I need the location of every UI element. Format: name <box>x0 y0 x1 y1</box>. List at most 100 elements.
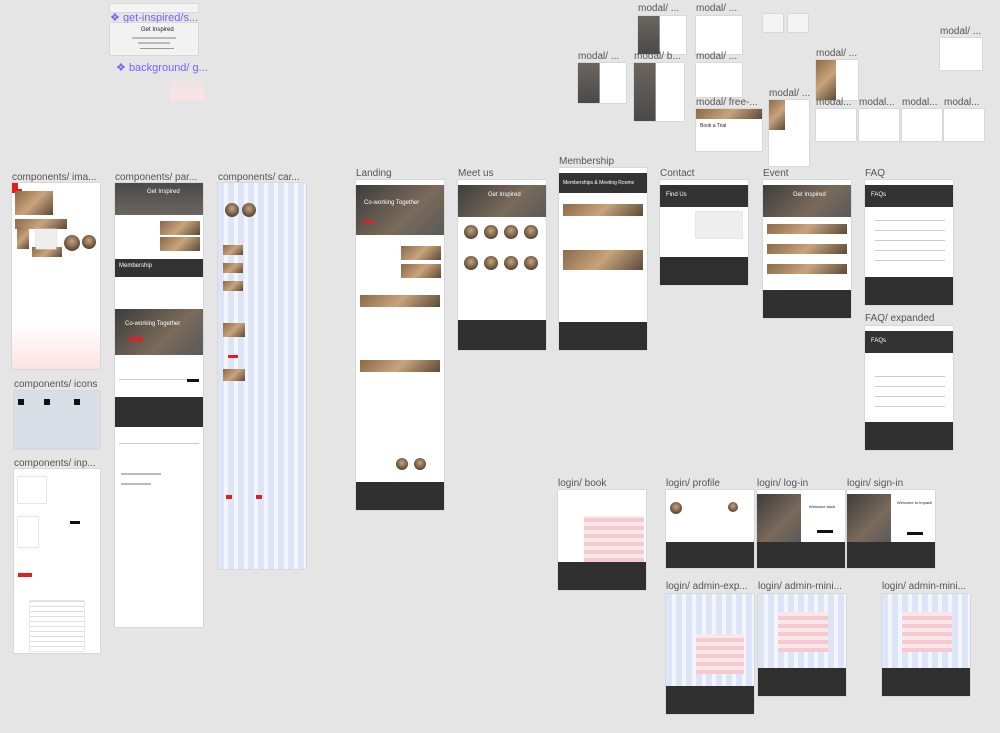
modal-6-label[interactable]: modal/ ... <box>940 26 981 37</box>
input-line <box>140 48 174 49</box>
get-inspired-frame[interactable]: Get Inspired <box>110 23 198 55</box>
cta-button <box>228 355 238 358</box>
login-admin-exp-label[interactable]: login/ admin-exp... <box>666 581 748 592</box>
hero-section <box>763 185 851 217</box>
login-title: Welcome back <box>809 504 836 509</box>
components-images-label[interactable]: components/ ima... <box>12 172 96 183</box>
login-book-frame[interactable] <box>558 490 646 590</box>
modal-7-frame[interactable] <box>769 100 809 166</box>
footer-section <box>666 542 754 568</box>
modal-11-frame[interactable] <box>944 109 984 141</box>
modal-1b-frame[interactable] <box>660 16 686 54</box>
modal-free-label[interactable]: modal/ free-... <box>696 97 758 108</box>
image-row <box>360 360 440 372</box>
components-inputs-frame[interactable] <box>14 469 100 653</box>
modal-2-frame[interactable] <box>696 16 742 54</box>
modal-11-label[interactable]: modal... <box>944 97 980 108</box>
image-thumb <box>160 221 200 235</box>
faq-label[interactable]: FAQ <box>865 168 885 179</box>
map-image <box>36 229 56 249</box>
image-row <box>360 295 440 307</box>
modal-5-label[interactable]: modal/ ... <box>816 48 857 59</box>
modal-4-label[interactable]: modal/ ... <box>696 51 737 62</box>
faq-expanded-label[interactable]: FAQ/ expanded <box>865 313 935 324</box>
login-admin-mini-1-frame[interactable] <box>758 594 846 696</box>
login-admin-mini-2-label[interactable]: login/ admin-mini... <box>882 581 966 592</box>
modal-free-frame[interactable]: Book a Trial <box>696 109 762 151</box>
avatar <box>728 502 738 512</box>
faq-frame[interactable]: FAQs <box>865 180 953 305</box>
footer-section <box>660 257 748 285</box>
modal-7-label[interactable]: modal/ ... <box>769 88 810 99</box>
membership-label[interactable]: Membership <box>559 156 614 167</box>
design-canvas[interactable]: ❖ get-inspired/s... Get Inspired ❖ backg… <box>0 0 1000 733</box>
faq-row <box>875 250 945 251</box>
event-label[interactable]: Event <box>763 168 789 179</box>
login-profile-label[interactable]: login/ profile <box>666 478 720 489</box>
login-log-in-label[interactable]: login/ log-in <box>757 478 808 489</box>
modal-bb-frame[interactable] <box>656 63 684 121</box>
footer-section <box>865 422 953 450</box>
components-images-frame[interactable] <box>12 183 100 369</box>
avatar <box>484 256 498 270</box>
signin-button <box>907 532 923 535</box>
modal-8-label[interactable]: modal... <box>816 97 852 108</box>
booking-grid <box>778 612 828 652</box>
signin-image <box>847 494 891 542</box>
login-admin-mini-2-frame[interactable] <box>882 594 970 696</box>
image-row <box>767 244 847 254</box>
landing-frame[interactable]: Co-working Together <box>356 180 444 510</box>
modal-5-frame[interactable] <box>816 60 858 100</box>
faq-row <box>875 396 945 397</box>
components-cards-frame[interactable] <box>218 183 306 569</box>
avatar <box>524 256 538 270</box>
image-thumb <box>223 245 243 255</box>
modal-3b-frame[interactable] <box>600 63 626 103</box>
login-sign-in-frame[interactable]: Welcome to Impact! <box>847 490 935 568</box>
modal-2-label[interactable]: modal/ ... <box>696 3 737 14</box>
components-parts-label[interactable]: components/ par... <box>115 172 197 183</box>
login-log-in-frame[interactable]: Welcome back <box>757 490 845 568</box>
image-thumb <box>15 191 53 215</box>
modal-b-frame[interactable] <box>634 63 656 121</box>
login-sign-in-label[interactable]: login/ sign-in <box>847 478 903 489</box>
modal-1-label[interactable]: modal/ ... <box>638 3 679 14</box>
text-line <box>138 42 170 44</box>
modal-10-frame[interactable] <box>902 109 942 141</box>
faq-expanded-frame[interactable]: FAQs <box>865 326 953 450</box>
landing-label[interactable]: Landing <box>356 168 392 179</box>
meet-us-label[interactable]: Meet us <box>458 168 494 179</box>
modal-8-frame[interactable] <box>816 109 856 141</box>
login-admin-exp-frame[interactable] <box>666 594 754 714</box>
components-cards-label[interactable]: components/ car... <box>218 172 300 183</box>
image-thumb <box>223 369 245 381</box>
modal-3-frame[interactable] <box>578 63 600 103</box>
components-inputs-label[interactable]: components/ inp... <box>14 458 96 469</box>
modal-4-frame[interactable] <box>696 63 742 97</box>
calendar-input <box>18 517 38 547</box>
modal-9-label[interactable]: modal... <box>859 97 895 108</box>
login-book-label[interactable]: login/ book <box>558 478 606 489</box>
membership-frame[interactable]: Memberships & Meeting Rooms <box>559 168 647 350</box>
icon-glyph <box>18 399 24 405</box>
contact-label[interactable]: Contact <box>660 168 694 179</box>
modal-10-label[interactable]: modal... <box>902 97 938 108</box>
background-gradient <box>170 72 204 100</box>
modal-9-frame[interactable] <box>859 109 899 141</box>
contact-frame[interactable]: Find Us <box>660 180 748 285</box>
modal-3-label[interactable]: modal/ ... <box>578 51 619 62</box>
components-icons-frame[interactable] <box>14 391 100 449</box>
modal-b-label[interactable]: modal/ b... <box>634 51 681 62</box>
avatar <box>64 235 80 251</box>
footer-section <box>758 668 846 696</box>
icon-swatch[interactable] <box>763 14 783 32</box>
components-icons-label[interactable]: components/ icons <box>14 379 97 390</box>
login-admin-mini-1-label[interactable]: login/ admin-mini... <box>758 581 842 592</box>
event-frame[interactable]: Get Inspired <box>763 180 851 318</box>
meet-us-frame[interactable]: Get Inspired <box>458 180 546 350</box>
hero-title: Get Inspired <box>147 189 180 195</box>
modal-6-frame[interactable] <box>940 38 982 70</box>
icon-swatch[interactable] <box>788 14 808 32</box>
components-parts-frame[interactable]: Get Inspired Membership Co-working Toget… <box>115 183 203 627</box>
login-profile-frame[interactable] <box>666 490 754 568</box>
